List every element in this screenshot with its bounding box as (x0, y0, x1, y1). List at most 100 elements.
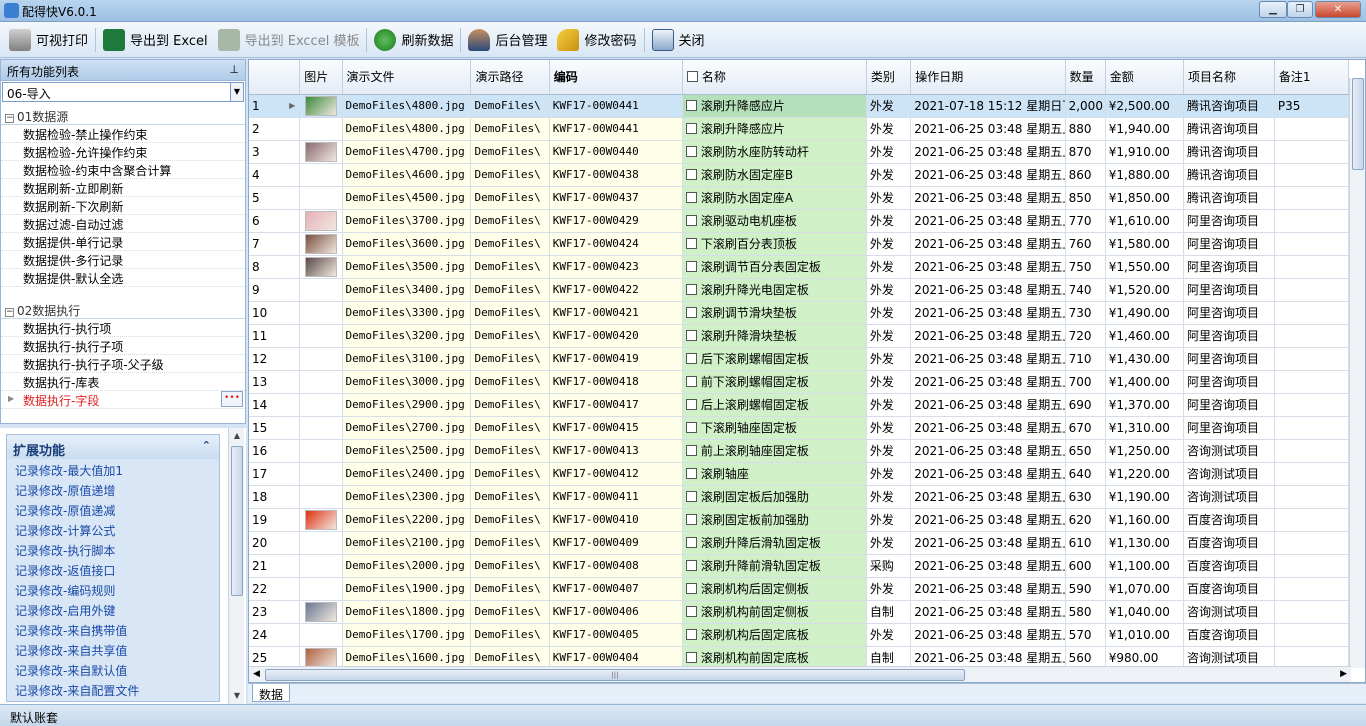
project-cell[interactable]: 百度咨询项目 (1183, 531, 1275, 555)
date-cell[interactable]: 2021-06-25 03:48 星期五上午 (910, 600, 1066, 624)
amount-cell[interactable]: ¥1,130.00 (1105, 531, 1184, 555)
amount-cell[interactable]: ¥1,520.00 (1105, 278, 1184, 302)
image-cell[interactable] (299, 117, 343, 141)
amount-cell[interactable]: ¥1,250.00 (1105, 439, 1184, 463)
note-cell[interactable] (1274, 347, 1350, 371)
image-cell[interactable] (299, 531, 343, 555)
table-row[interactable]: 8 DemoFiles\3500.jpg DemoFiles\ KWF17-00W04… (249, 255, 1350, 279)
amount-cell[interactable]: ¥1,370.00 (1105, 393, 1184, 417)
row-number-cell[interactable]: 8 (249, 255, 301, 279)
function-list-item[interactable]: 数据检验-禁止操作约束 (1, 125, 245, 143)
col-header-image[interactable]: 图片 (299, 60, 343, 95)
name-cell[interactable]: 后下滚刷螺帽固定板 (682, 347, 867, 371)
quantity-cell[interactable]: 850 (1065, 186, 1106, 210)
row-number-cell[interactable]: 14 (249, 393, 301, 417)
code-cell[interactable]: KWF17-00W0429 (549, 209, 683, 233)
date-cell[interactable]: 2021-06-25 03:48 星期五上午 (910, 117, 1066, 141)
amount-cell[interactable]: ¥2,500.00 (1105, 94, 1184, 118)
project-cell[interactable]: 腾讯咨询项目 (1183, 163, 1275, 187)
close-button[interactable]: 关闭 (647, 25, 710, 55)
name-cell[interactable]: 滚刷调节滑块垫板 (682, 301, 867, 325)
note-cell[interactable] (1274, 232, 1350, 256)
row-checkbox[interactable] (685, 123, 697, 134)
name-cell[interactable]: 滚刷升降感应片 (682, 117, 867, 141)
file-cell[interactable]: DemoFiles\1900.jpg (342, 577, 472, 601)
image-cell[interactable] (299, 255, 343, 279)
image-cell[interactable] (299, 485, 343, 509)
project-cell[interactable]: 百度咨询项目 (1183, 508, 1275, 532)
project-cell[interactable]: 阿里咨询项目 (1183, 232, 1275, 256)
amount-cell[interactable]: ¥1,070.00 (1105, 577, 1184, 601)
row-number-cell[interactable]: 2 (249, 117, 301, 141)
image-cell[interactable] (299, 508, 343, 532)
chevron-down-icon[interactable]: ▼ (230, 83, 243, 101)
code-cell[interactable]: KWF17-00W0421 (549, 301, 683, 325)
row-checkbox[interactable] (685, 491, 697, 502)
function-list-item[interactable]: 数据执行-执行项 (1, 319, 245, 337)
row-checkbox[interactable] (685, 238, 697, 249)
change-password-button[interactable]: 修改密码 (552, 25, 641, 55)
row-number-cell[interactable]: 20 (249, 531, 301, 555)
quantity-cell[interactable]: 880 (1065, 117, 1106, 141)
extension-item[interactable]: 记录修改-来自共享值 (7, 639, 219, 659)
file-cell[interactable]: DemoFiles\4600.jpg (342, 163, 472, 187)
row-checkbox[interactable] (685, 261, 697, 272)
category-cell[interactable]: 外发 (866, 140, 912, 164)
table-row[interactable]: 24 DemoFiles\1700.jpg DemoFiles\ KWF17-00W0… (249, 623, 1350, 647)
category-cell[interactable]: 外发 (866, 324, 912, 348)
path-cell[interactable]: DemoFiles\ (470, 301, 550, 325)
file-cell[interactable]: DemoFiles\1800.jpg (342, 600, 472, 624)
export-template-button[interactable]: 导出到 Exccel 模板 (213, 25, 365, 55)
category-cell[interactable]: 外发 (866, 623, 912, 647)
extension-scrollbar[interactable]: ▲ ▼ (228, 428, 244, 704)
date-cell[interactable]: 2021-06-25 03:48 星期五上午 (910, 462, 1066, 486)
date-cell[interactable]: 2021-06-25 03:48 星期五上午 (910, 324, 1066, 348)
quantity-cell[interactable]: 640 (1065, 462, 1106, 486)
image-cell[interactable] (299, 347, 343, 371)
amount-cell[interactable]: ¥1,940.00 (1105, 117, 1184, 141)
path-cell[interactable]: DemoFiles\ (470, 485, 550, 509)
table-row[interactable]: 5 DemoFiles\4500.jpg DemoFiles\ KWF17-00W04… (249, 186, 1350, 210)
path-cell[interactable]: DemoFiles\ (470, 186, 550, 210)
project-cell[interactable]: 咨询测试项目 (1183, 485, 1275, 509)
scroll-up-icon[interactable]: ▲ (229, 428, 245, 444)
quantity-cell[interactable]: 690 (1065, 393, 1106, 417)
category-cell[interactable]: 外发 (866, 255, 912, 279)
extension-item[interactable]: 记录修改-来自默认值 (7, 659, 219, 679)
function-list-item[interactable]: 数据执行-执行子项 (1, 337, 245, 355)
image-cell[interactable] (299, 301, 343, 325)
path-cell[interactable]: DemoFiles\ (470, 117, 550, 141)
amount-cell[interactable]: ¥1,160.00 (1105, 508, 1184, 532)
quantity-cell[interactable]: 720 (1065, 324, 1106, 348)
category-cell[interactable]: 外发 (866, 209, 912, 233)
path-cell[interactable]: DemoFiles\ (470, 324, 550, 348)
row-checkbox[interactable] (685, 422, 697, 433)
table-row[interactable]: 4 DemoFiles\4600.jpg DemoFiles\ KWF17-00W04… (249, 163, 1350, 187)
amount-cell[interactable]: ¥1,310.00 (1105, 416, 1184, 440)
extension-item[interactable]: 记录修改-原值递增 (7, 479, 219, 499)
grid-horizontal-scrollbar[interactable]: ◀ ||| ▶ (249, 666, 1351, 682)
project-cell[interactable]: 腾讯咨询项目 (1183, 94, 1275, 118)
quantity-cell[interactable]: 860 (1065, 163, 1106, 187)
path-cell[interactable]: DemoFiles\ (470, 347, 550, 371)
quantity-cell[interactable]: 630 (1065, 485, 1106, 509)
table-row[interactable]: 2 DemoFiles\4800.jpg DemoFiles\ KWF17-00W04… (249, 117, 1350, 141)
code-cell[interactable]: KWF17-00W0423 (549, 255, 683, 279)
image-cell[interactable] (299, 140, 343, 164)
table-row[interactable]: 17 DemoFiles\2400.jpg DemoFiles\ KWF17-00W0… (249, 462, 1350, 486)
amount-cell[interactable]: ¥1,580.00 (1105, 232, 1184, 256)
scroll-right-icon[interactable]: ▶ (1340, 669, 1347, 679)
row-checkbox[interactable] (685, 192, 697, 203)
project-cell[interactable]: 阿里咨询项目 (1183, 347, 1275, 371)
name-cell[interactable]: 滚刷固定板后加强肋 (682, 485, 867, 509)
name-cell[interactable]: 滚刷升降光电固定板 (682, 278, 867, 302)
path-cell[interactable]: DemoFiles\ (470, 508, 550, 532)
note-cell[interactable] (1274, 370, 1350, 394)
note-cell[interactable] (1274, 600, 1350, 624)
function-list-item[interactable]: ▶ 数据执行-字段 ••• (1, 391, 245, 409)
quantity-cell[interactable]: 570 (1065, 623, 1106, 647)
date-cell[interactable]: 2021-07-18 15:12 星期日下午 (910, 94, 1066, 118)
image-cell[interactable] (299, 370, 343, 394)
quantity-cell[interactable]: 2,000 (1065, 94, 1106, 118)
pin-icon[interactable]: ⊥ (229, 63, 239, 76)
